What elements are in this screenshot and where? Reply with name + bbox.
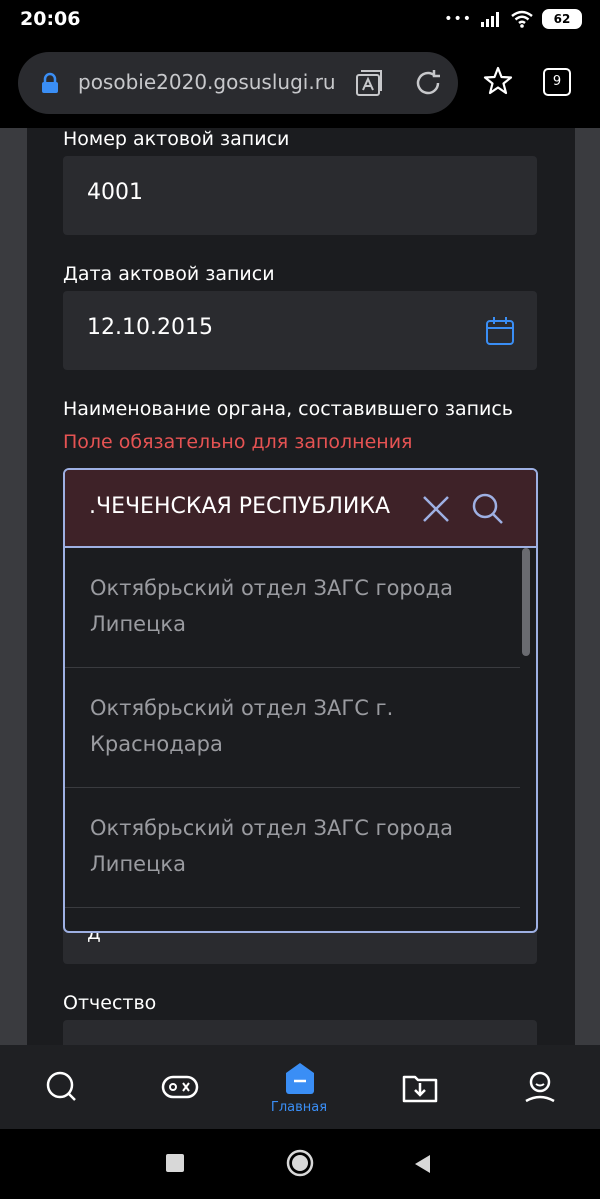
organ-option[interactable]: Октябрьский отдел ЗАГС города Липецка <box>65 788 520 908</box>
form-container: Номер актовой записи 4001 Дата актовой з… <box>27 128 575 1045</box>
nav-home-label[interactable]: Главная <box>264 1100 334 1115</box>
record-date-label: Дата актовой записи <box>63 263 275 285</box>
record-date-value: 12.10.2015 <box>87 315 213 340</box>
reader-mode-icon[interactable] <box>355 69 383 97</box>
organ-option[interactable]: Октябрьский отдел ЗАГС города Липецка <box>65 548 520 668</box>
record-number-label: Номер актовой записи <box>63 128 290 150</box>
record-number-field[interactable]: 4001 <box>63 156 537 235</box>
calendar-icon[interactable] <box>485 316 515 346</box>
record-date-field[interactable]: 12.10.2015 <box>63 291 537 370</box>
address-bar[interactable]: posobie2020.gosuslugi.ru <box>18 52 458 114</box>
dropdown-scrollbar[interactable] <box>522 548 532 931</box>
patronymic-field[interactable] <box>63 1020 537 1045</box>
organ-option-label: Октябрьский отдел ЗАГС города Липецка <box>90 816 453 876</box>
search-icon[interactable] <box>471 492 505 526</box>
organ-dropdown[interactable]: .ЧЕЧЕНСКАЯ РЕСПУБЛИКА Октябрьский отдел … <box>63 468 538 933</box>
organ-option[interactable]: Октябрьский отдел ЗАГС г. Краснодара <box>65 668 520 788</box>
record-number-value: 4001 <box>87 180 143 205</box>
dropdown-scroll-thumb[interactable] <box>522 548 530 656</box>
signal-icon <box>481 12 499 27</box>
home-icon[interactable] <box>280 1059 320 1099</box>
organ-error-message: Поле обязательно для заполнения <box>63 431 413 453</box>
profile-icon[interactable] <box>520 1067 560 1107</box>
browser-toolbar: posobie2020.gosuslugi.ru 9 <box>0 40 600 128</box>
browser-bottom-nav: Главная <box>0 1045 600 1129</box>
web-page: Номер актовой записи 4001 Дата актовой з… <box>0 128 600 1045</box>
system-nav-bar <box>0 1129 600 1199</box>
organ-option-label: Октябрьский отдел ЗАГС города Липецка <box>90 576 453 636</box>
page-margin-right <box>575 128 600 1045</box>
home-button[interactable] <box>286 1149 314 1177</box>
bookmark-star-icon[interactable] <box>483 66 513 96</box>
battery-icon: 62 <box>542 9 582 29</box>
dots-icon: ••• <box>444 11 472 27</box>
organ-search-input[interactable]: .ЧЕЧЕНСКАЯ РЕСПУБЛИКА <box>65 470 536 548</box>
clear-icon[interactable] <box>421 494 451 524</box>
page-margin-left <box>0 128 27 1045</box>
downloads-icon[interactable] <box>400 1067 440 1107</box>
organ-search-value: .ЧЕЧЕНСКАЯ РЕСПУБЛИКА <box>89 494 391 519</box>
recents-button[interactable] <box>166 1154 184 1172</box>
reload-icon[interactable] <box>414 69 442 97</box>
status-icons: ••• 62 <box>444 8 582 30</box>
tabs-count-button[interactable]: 9 <box>543 68 571 96</box>
wifi-icon <box>511 10 533 28</box>
organ-options-list: Октябрьский отдел ЗАГС города Липецка Ок… <box>65 548 520 931</box>
status-time: 20:06 <box>20 8 81 30</box>
organ-option-label: Октябрьский отдел ЗАГС г. Краснодара <box>90 696 394 756</box>
organ-label: Наименование органа, составившего запись <box>63 398 513 420</box>
url-text: posobie2020.gosuslugi.ru <box>78 70 336 94</box>
search-icon[interactable] <box>42 1067 82 1107</box>
back-button[interactable] <box>412 1153 432 1175</box>
lock-icon <box>42 72 58 93</box>
status-bar: 20:06 ••• 62 <box>0 0 600 40</box>
patronymic-label: Отчество <box>63 992 157 1014</box>
games-icon[interactable] <box>160 1067 200 1107</box>
